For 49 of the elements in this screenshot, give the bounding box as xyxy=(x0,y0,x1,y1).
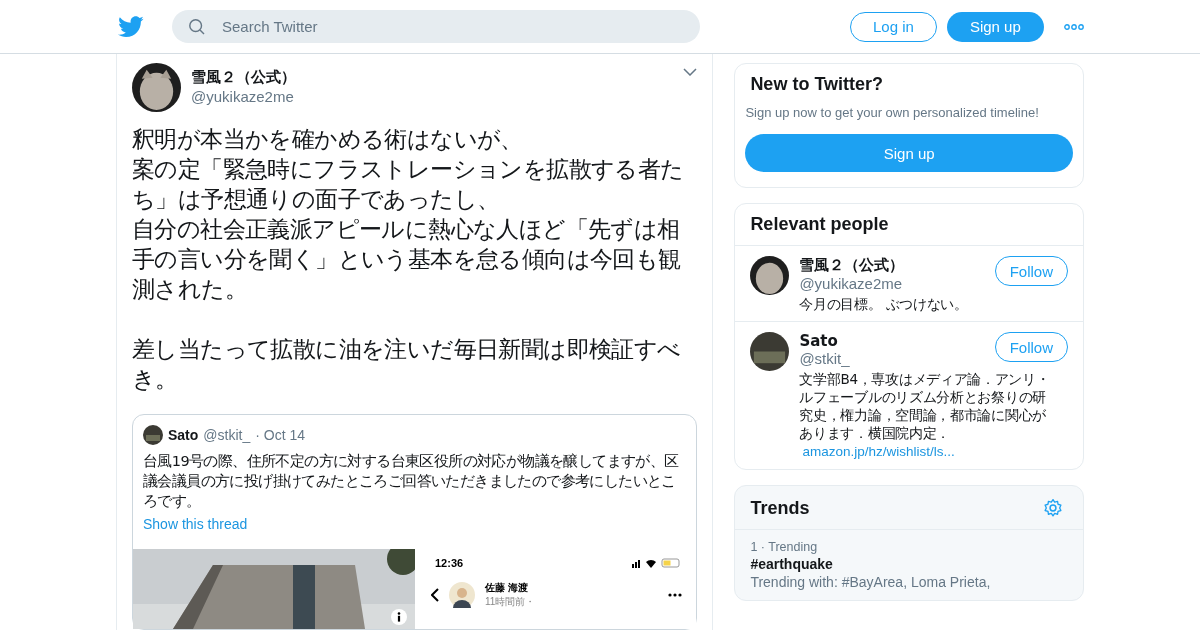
follow-button[interactable]: Follow xyxy=(994,332,1068,362)
follow-button[interactable]: Follow xyxy=(994,256,1068,286)
trend-related: Trending with: #BayArea, Loma Prieta, xyxy=(750,574,992,590)
user-handle[interactable]: @yukikaze2me xyxy=(799,275,903,292)
user-handle[interactable]: @yukikaze2me xyxy=(191,88,296,105)
user-bio: 文学部B4，専攻はメディア論．アンリ・ルフェーブルのリズム分析とお祭りの研究史，権力論，空間論，都市論に関心があります．横国院内定． amazon.jp/hz/wishlist/ls... xyxy=(799,370,1051,461)
quote-text: 台風19号の際、住所不定の方に対する台東区役所の対応が物議を醸してますが、区議会議員の方に投げ掛けてみたところご回答いただきましたので参考にしたいところです。 xyxy=(143,452,680,511)
tweet-text: 差し当たって拡散に油を注いだ毎日新聞は即検証すべき。 xyxy=(132,335,682,394)
chevron-down-icon[interactable] xyxy=(683,68,698,76)
quoted-tweet[interactable]: Sato @stkit_ · Oct 14 台風19号の際、住所不定の方に対する台東区役所の対応が物議を醸してますが、区議会議員の方に投げ掛けてみたところご回答いただきましたので参考にしたいところです。 Show this thread 12:36 佐藤 海渡 11時間前・ xyxy=(132,414,698,630)
user-bio: 今月の目標。 ぶつけない。 xyxy=(799,295,968,313)
back-icon xyxy=(431,588,439,602)
tweet-text: 自分の社会正義派アピールに熱心な人ほど「先ずは相手の言い分を聞く」という基本を怠る傾向は今回も観測された。 xyxy=(132,215,682,304)
tweet-text: 釈明が本当かを確かめる術はないが、 xyxy=(132,125,524,154)
card-title: New to Twitter? xyxy=(750,74,885,95)
wishlist-link[interactable]: amazon.jp/hz/wishlist/ls... xyxy=(802,444,955,459)
tweet-date: · Oct 14 xyxy=(255,427,306,443)
user-name[interactable]: 雪風２（公式） xyxy=(799,256,905,275)
show-thread-link[interactable]: Show this thread xyxy=(143,516,248,532)
trend-hashtag[interactable]: #earthquake xyxy=(750,556,1068,572)
login-button[interactable]: Log in xyxy=(850,11,937,42)
settings-icon[interactable] xyxy=(1043,497,1063,518)
trend-rank: 1 · Trending xyxy=(750,540,819,554)
signup-button[interactable]: Sign up xyxy=(946,11,1044,42)
card-title: Trends xyxy=(750,497,811,519)
status-time: 12:36 xyxy=(434,557,464,569)
search-field[interactable]: Search Twitter xyxy=(172,10,700,43)
card-title: Relevant people xyxy=(735,204,1083,246)
contact-name: 佐藤 海渡 xyxy=(485,581,529,595)
avatar xyxy=(143,425,163,445)
user-name: Sato xyxy=(168,427,199,443)
avatar xyxy=(132,63,181,112)
user-name[interactable]: 雪風２（公式） xyxy=(191,68,296,87)
signal-battery-icon xyxy=(632,558,683,568)
info-icon[interactable] xyxy=(391,609,407,625)
avatar xyxy=(449,582,475,608)
search-icon xyxy=(188,18,206,36)
tweet-text: 案の定「緊急時にフラストレーションを拡散する者たち」は予想通りの面子であったし、 xyxy=(132,155,685,214)
bird-logo-icon[interactable] xyxy=(118,15,144,38)
avatar[interactable] xyxy=(750,256,790,295)
signup-button[interactable]: Sign up xyxy=(745,134,1073,172)
more-icon xyxy=(668,593,683,597)
user-name[interactable]: Sato xyxy=(799,332,838,350)
avatar[interactable] xyxy=(750,332,790,371)
more-icon[interactable] xyxy=(1063,23,1084,30)
card-text: Sign up now to get your own personalized timeline! xyxy=(745,105,1040,120)
user-handle: @stkit_ xyxy=(203,427,251,443)
user-handle[interactable]: @stkit_ xyxy=(799,350,850,367)
post-time: 11時間前・ xyxy=(485,595,536,609)
